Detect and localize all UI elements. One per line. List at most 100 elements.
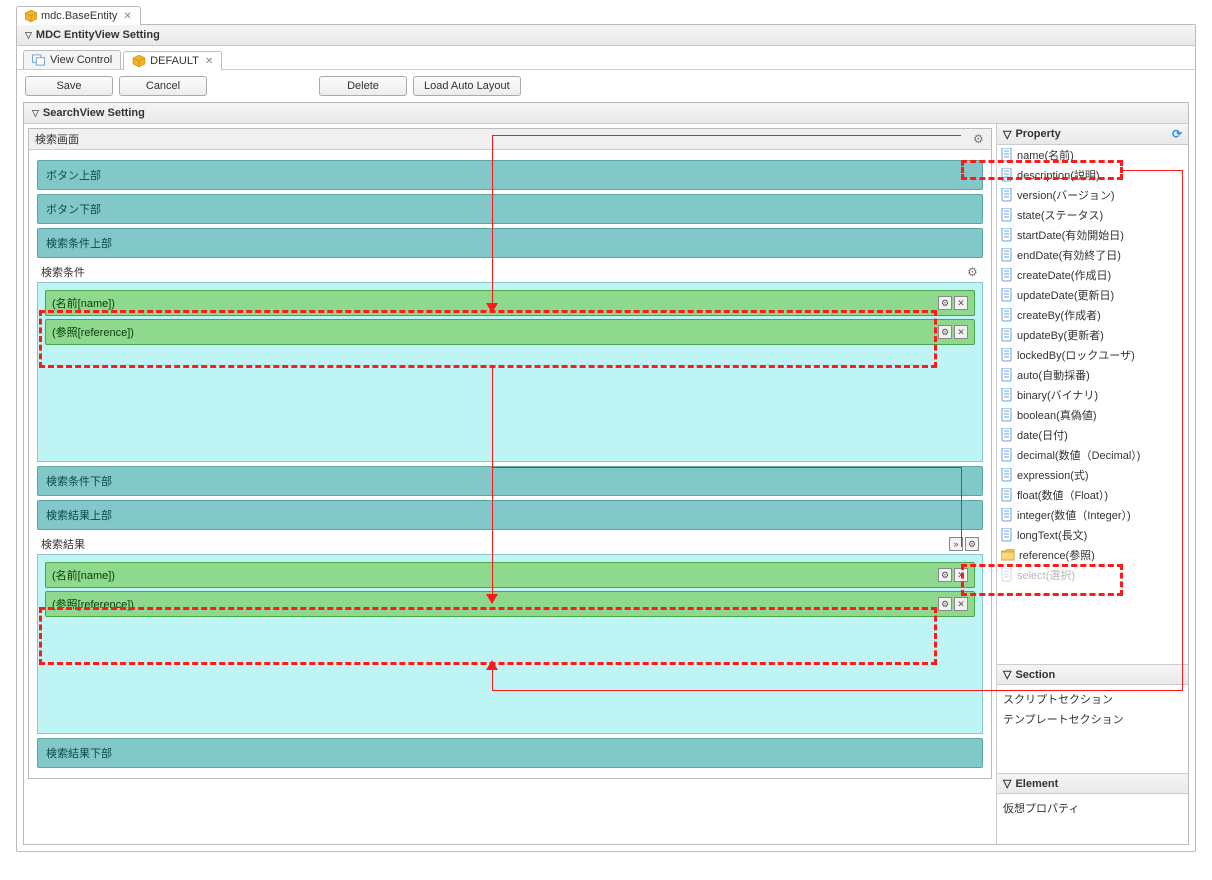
property-label: decimal(数値（Decimal）) bbox=[1017, 447, 1140, 463]
windows-icon bbox=[32, 54, 46, 66]
property-label: float(数値（Float）) bbox=[1017, 487, 1108, 503]
entityview-setting-header[interactable]: ▽ MDC EntityView Setting bbox=[17, 25, 1195, 46]
cancel-button[interactable]: Cancel bbox=[119, 76, 207, 96]
document-icon bbox=[1001, 348, 1013, 362]
toolbar: Save Cancel Delete Load Auto Layout bbox=[17, 70, 1195, 102]
main-tab-label: mdc.BaseEntity bbox=[41, 10, 117, 22]
document-icon bbox=[1001, 468, 1013, 482]
slot-button-top[interactable]: ボタン上部 bbox=[37, 160, 983, 190]
field-chip-reference[interactable]: (参照[reference]) ⚙ ✕ bbox=[45, 591, 975, 617]
property-section-header[interactable]: ▽ Property ⟳ bbox=[997, 124, 1188, 145]
property-label: boolean(真偽値) bbox=[1017, 407, 1096, 423]
element-section-header[interactable]: ▽ Element bbox=[997, 774, 1188, 794]
remove-icon[interactable]: ✕ bbox=[954, 296, 968, 310]
gear-icon[interactable]: ⚙ bbox=[938, 597, 952, 611]
tab-view-control[interactable]: View Control bbox=[23, 50, 121, 69]
refresh-icon[interactable]: ⟳ bbox=[1172, 127, 1182, 141]
property-label: lockedBy(ロックユーザ) bbox=[1017, 347, 1135, 363]
document-icon bbox=[1001, 528, 1013, 542]
property-item[interactable]: float(数値（Float）) bbox=[997, 485, 1188, 505]
property-label: name(名前) bbox=[1017, 147, 1074, 163]
element-item-virtual-property[interactable]: 仮想プロパティ bbox=[1003, 798, 1182, 818]
property-item[interactable]: startDate(有効開始日) bbox=[997, 225, 1188, 245]
property-item[interactable]: updateBy(更新者) bbox=[997, 325, 1188, 345]
property-item[interactable]: name(名前) bbox=[997, 145, 1188, 165]
slot-cond-bottom[interactable]: 検索条件下部 bbox=[37, 466, 983, 496]
property-item[interactable]: integer(数値（Integer）) bbox=[997, 505, 1188, 525]
searchview-setting-header[interactable]: ▽ SearchView Setting bbox=[24, 103, 1188, 124]
property-item[interactable]: state(ステータス) bbox=[997, 205, 1188, 225]
property-item[interactable]: updateDate(更新日) bbox=[997, 285, 1188, 305]
property-item[interactable]: boolean(真偽値) bbox=[997, 405, 1188, 425]
property-label: binary(バイナリ) bbox=[1017, 387, 1098, 403]
chip-label: (参照[reference]) bbox=[52, 324, 134, 340]
cond-label: 検索条件 bbox=[41, 264, 85, 280]
expand-icon[interactable]: » bbox=[949, 537, 963, 551]
property-item[interactable]: endDate(有効終了日) bbox=[997, 245, 1188, 265]
panel-title: MDC EntityView Setting bbox=[36, 29, 160, 41]
section-item-template[interactable]: テンプレートセクション bbox=[1003, 709, 1182, 729]
field-chip-reference[interactable]: (参照[reference]) ⚙ ✕ bbox=[45, 319, 975, 345]
gear-icon[interactable]: ⚙ bbox=[938, 325, 952, 339]
property-item[interactable]: select(選択) bbox=[997, 565, 1188, 585]
document-icon bbox=[1001, 308, 1013, 322]
property-item[interactable]: auto(自動採番) bbox=[997, 365, 1188, 385]
property-label: state(ステータス) bbox=[1017, 207, 1103, 223]
chip-label: (参照[reference]) bbox=[52, 596, 134, 612]
gear-icon[interactable]: ⚙ bbox=[973, 133, 985, 145]
property-item[interactable]: createDate(作成日) bbox=[997, 265, 1188, 285]
search-condition-dropzone[interactable]: (名前[name]) ⚙ ✕ (参照[reference]) bbox=[37, 282, 983, 462]
property-item[interactable]: date(日付) bbox=[997, 425, 1188, 445]
document-icon bbox=[1001, 148, 1013, 162]
property-item[interactable]: expression(式) bbox=[997, 465, 1188, 485]
load-auto-layout-button[interactable]: Load Auto Layout bbox=[413, 76, 521, 96]
property-item[interactable]: binary(バイナリ) bbox=[997, 385, 1188, 405]
document-icon bbox=[1001, 388, 1013, 402]
property-item[interactable]: createBy(作成者) bbox=[997, 305, 1188, 325]
chevron-down-icon: ▽ bbox=[1003, 777, 1011, 790]
gear-icon[interactable]: ⚙ bbox=[965, 537, 979, 551]
close-main-tab-icon[interactable]: ✕ bbox=[123, 11, 131, 22]
chip-label: (名前[name]) bbox=[52, 567, 115, 583]
save-button[interactable]: Save bbox=[25, 76, 113, 96]
main-tab-entity[interactable]: mdc.BaseEntity ✕ bbox=[16, 6, 141, 25]
slot-result-bottom[interactable]: 検索結果下部 bbox=[37, 738, 983, 768]
remove-icon[interactable]: ✕ bbox=[954, 325, 968, 339]
document-icon bbox=[1001, 448, 1013, 462]
remove-icon[interactable]: ✕ bbox=[954, 568, 968, 582]
section-section-header[interactable]: ▽ Section bbox=[997, 665, 1188, 685]
document-icon bbox=[1001, 288, 1013, 302]
property-item[interactable]: decimal(数値（Decimal）) bbox=[997, 445, 1188, 465]
delete-button[interactable]: Delete bbox=[319, 76, 407, 96]
remove-icon[interactable]: ✕ bbox=[954, 597, 968, 611]
property-item[interactable]: lockedBy(ロックユーザ) bbox=[997, 345, 1188, 365]
section-item-script[interactable]: スクリプトセクション bbox=[1003, 689, 1182, 709]
tab-label: DEFAULT bbox=[150, 55, 199, 67]
property-item-reference[interactable]: reference(参照) bbox=[997, 545, 1188, 565]
slot-result-top[interactable]: 検索結果上部 bbox=[37, 500, 983, 530]
property-item[interactable]: longText(長文) bbox=[997, 525, 1188, 545]
gear-icon[interactable]: ⚙ bbox=[938, 568, 952, 582]
property-label: reference(参照) bbox=[1019, 547, 1095, 563]
chevron-down-icon: ▽ bbox=[32, 108, 39, 119]
search-result-dropzone[interactable]: (名前[name]) ⚙ ✕ (参照[reference]) bbox=[37, 554, 983, 734]
document-icon bbox=[1001, 208, 1013, 222]
gear-icon[interactable]: ⚙ bbox=[938, 296, 952, 310]
property-item[interactable]: version(バージョン) bbox=[997, 185, 1188, 205]
slot-cond-top[interactable]: 検索条件上部 bbox=[37, 228, 983, 258]
field-chip-name[interactable]: (名前[name]) ⚙ ✕ bbox=[45, 562, 975, 588]
chip-label: (名前[name]) bbox=[52, 295, 115, 311]
field-chip-name[interactable]: (名前[name]) ⚙ ✕ bbox=[45, 290, 975, 316]
document-icon bbox=[1001, 228, 1013, 242]
slot-button-bottom[interactable]: ボタン下部 bbox=[37, 194, 983, 224]
property-label: createBy(作成者) bbox=[1017, 307, 1101, 323]
side-panel: ▽ Property ⟳ name(名前) description(説明)vers… bbox=[996, 124, 1188, 844]
tab-default[interactable]: DEFAULT ✕ bbox=[123, 51, 222, 70]
property-list[interactable]: name(名前) description(説明)version(バージョン) sta… bbox=[997, 145, 1188, 664]
property-label: updateBy(更新者) bbox=[1017, 327, 1104, 343]
chevron-down-icon: ▽ bbox=[25, 30, 32, 41]
close-tab-icon[interactable]: ✕ bbox=[205, 56, 213, 67]
cube-icon bbox=[25, 10, 37, 22]
gear-icon[interactable]: ⚙ bbox=[967, 266, 979, 278]
property-item[interactable]: description(説明) bbox=[997, 165, 1188, 185]
